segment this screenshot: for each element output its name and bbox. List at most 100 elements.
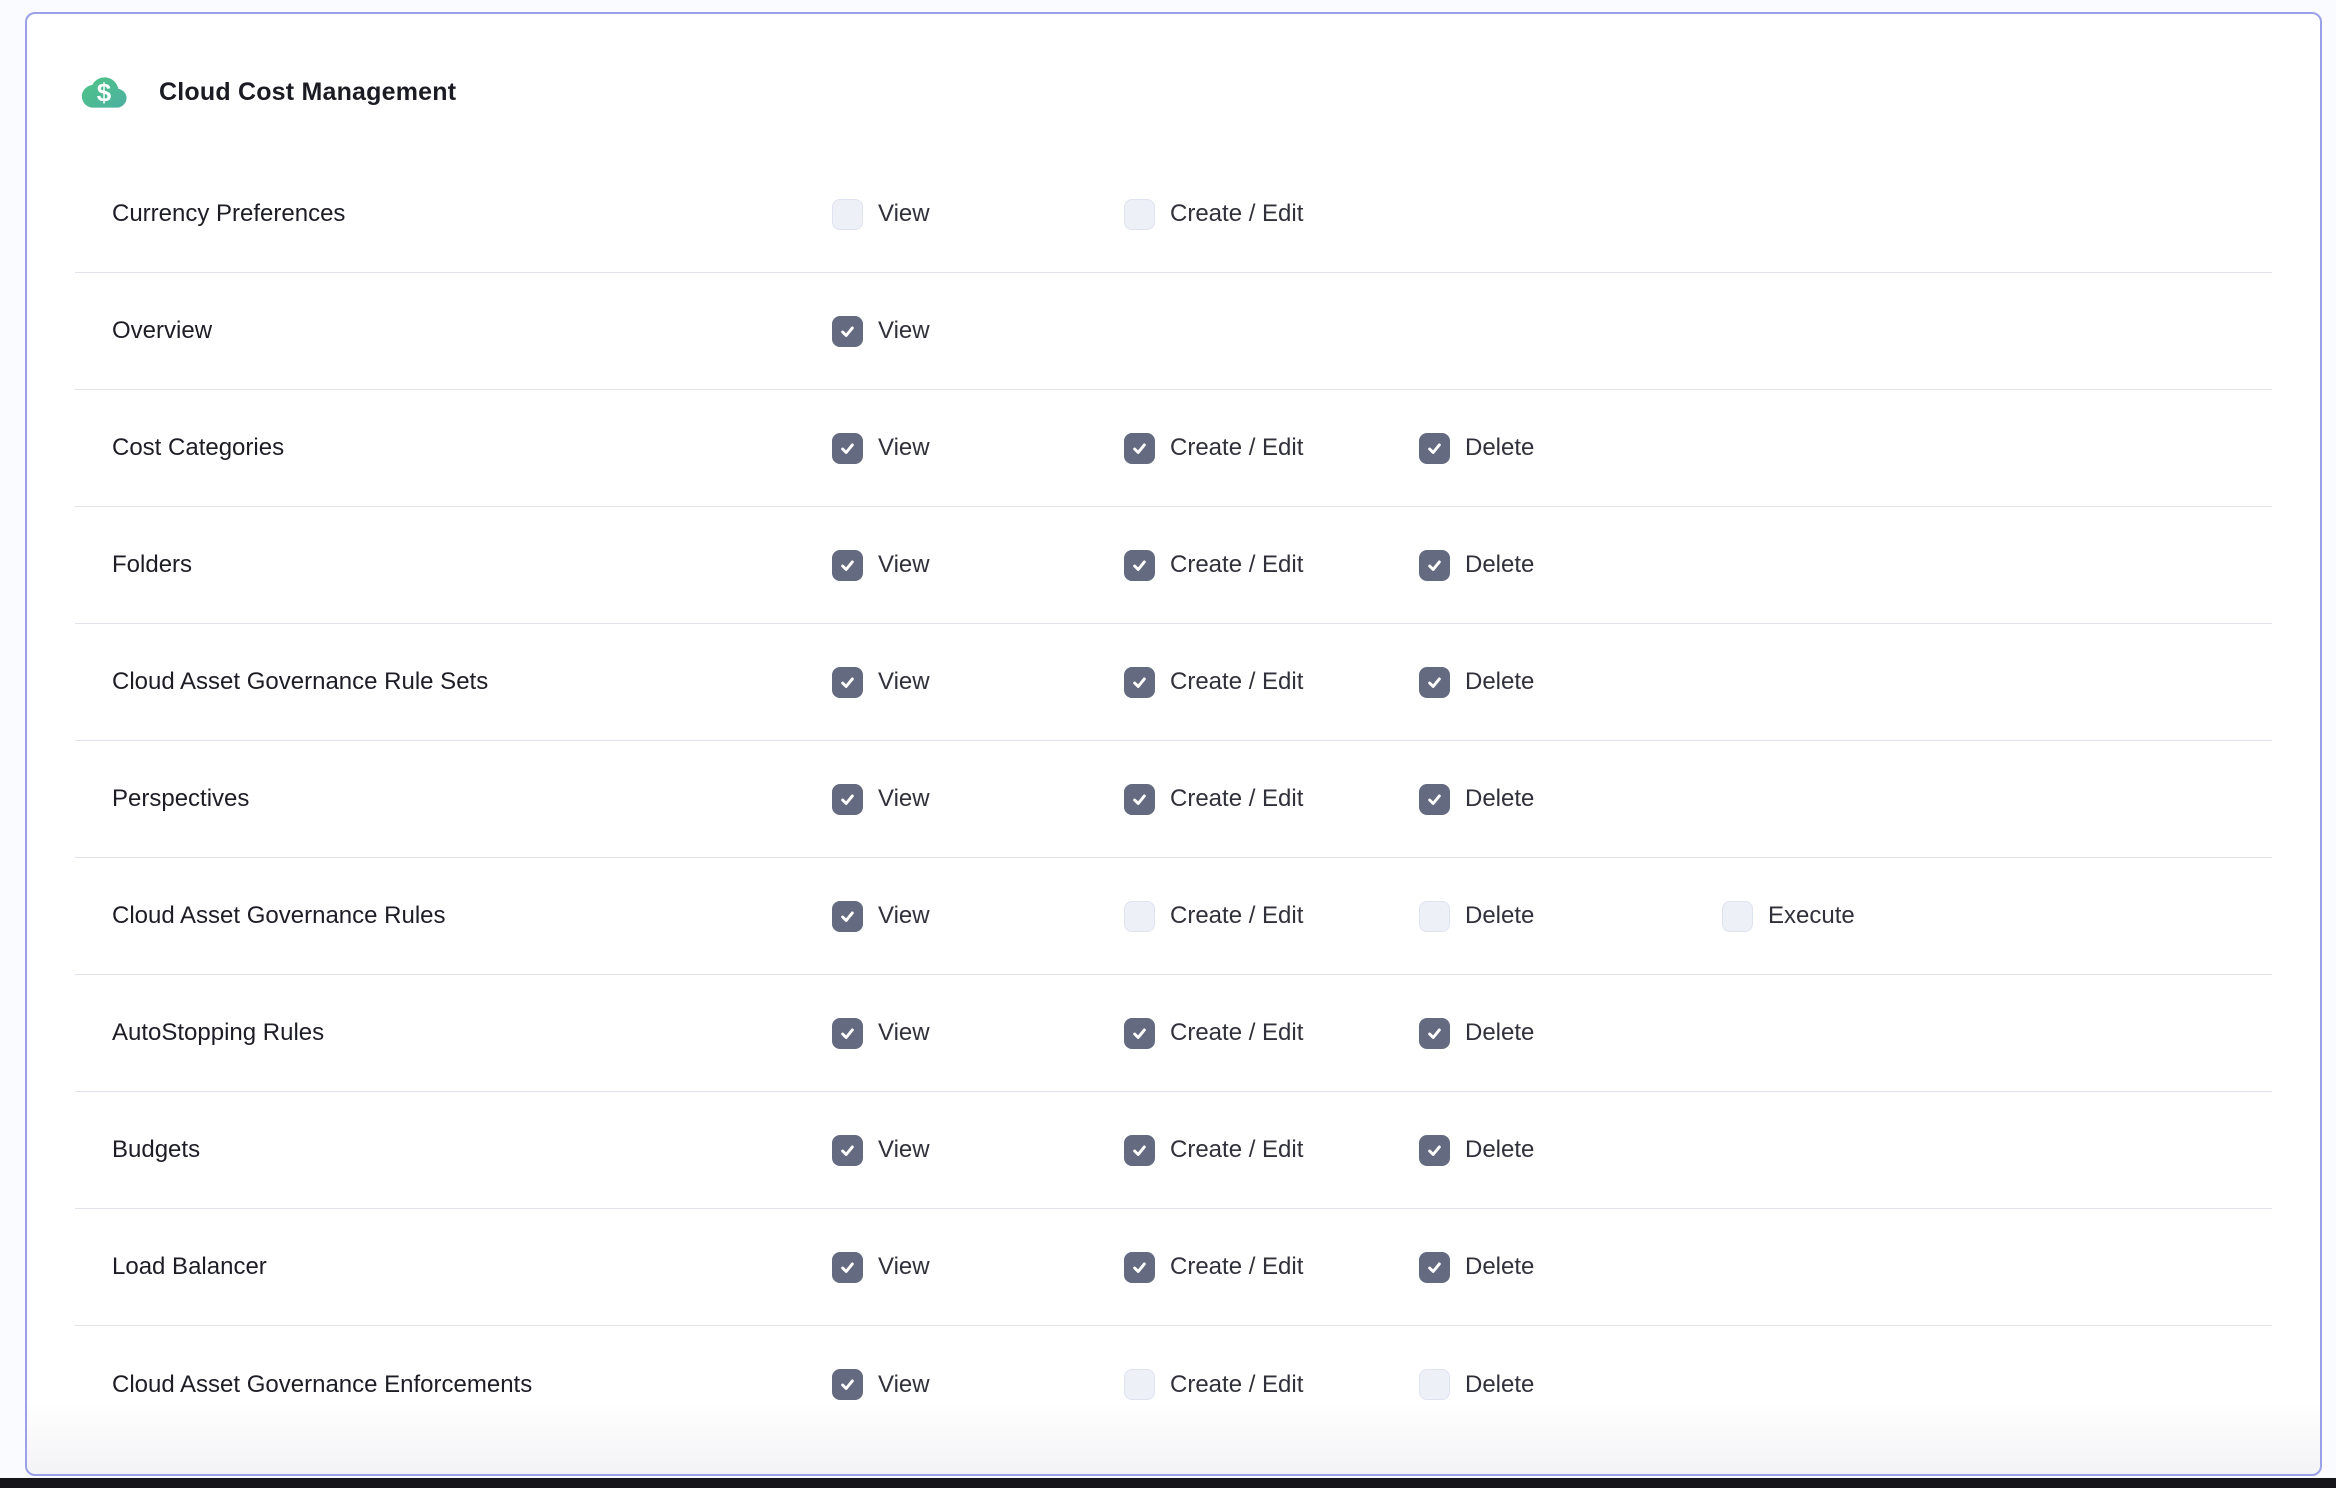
permission-cell: Create / Edit [1124, 667, 1419, 698]
module-header: $ Cloud Cost Management [80, 68, 2272, 116]
row-label: Cost Categories [112, 434, 832, 462]
row-label: Load Balancer [112, 1253, 832, 1281]
permission-label: Create / Edit [1170, 1253, 1303, 1281]
view-checkbox[interactable] [832, 1252, 863, 1283]
delete-checkbox[interactable] [1419, 1135, 1450, 1166]
permissions-card: $ Cloud Cost Management Currency Prefere… [25, 12, 2322, 1476]
permission-row: Currency PreferencesView Create / Edit [75, 156, 2272, 273]
view-checkbox[interactable] [832, 667, 863, 698]
page: $ Cloud Cost Management Currency Prefere… [0, 0, 2336, 1488]
permission-label: Create / Edit [1170, 1371, 1303, 1399]
create-edit-checkbox[interactable] [1124, 784, 1155, 815]
permission-cell: Create / Edit [1124, 784, 1419, 815]
create-edit-checkbox[interactable] [1124, 667, 1155, 698]
create-edit-checkbox[interactable] [1124, 1369, 1155, 1400]
permission-cell: Create / Edit [1124, 199, 1419, 230]
row-label: Perspectives [112, 785, 832, 813]
permission-label: View [878, 902, 930, 930]
delete-checkbox[interactable] [1419, 1369, 1450, 1400]
permission-row: Cost CategoriesViewCreate / EditDelete [75, 390, 2272, 507]
delete-checkbox[interactable] [1419, 667, 1450, 698]
permission-label: View [878, 785, 930, 813]
permission-cell: View [832, 1018, 1124, 1049]
permission-label: Create / Edit [1170, 1136, 1303, 1164]
row-label: Overview [112, 317, 832, 345]
row-label: Budgets [112, 1136, 832, 1164]
permission-cell: View [832, 550, 1124, 581]
permission-cell: Create / Edit [1124, 901, 1419, 932]
view-checkbox[interactable] [832, 1018, 863, 1049]
permission-cell: Create / Edit [1124, 1252, 1419, 1283]
permission-label: Delete [1465, 1019, 1534, 1047]
permission-cell: View [832, 901, 1124, 932]
view-checkbox[interactable] [832, 199, 863, 230]
permission-cell: View [832, 433, 1124, 464]
permission-label: View [878, 317, 930, 345]
permission-cell: Delete [1419, 901, 1722, 932]
permission-label: View [878, 1019, 930, 1047]
permission-label: Delete [1465, 551, 1534, 579]
create-edit-checkbox[interactable] [1124, 199, 1155, 230]
permission-row: Cloud Asset Governance Rules View Create /… [75, 858, 2272, 975]
permission-label: Delete [1465, 1136, 1534, 1164]
view-checkbox[interactable] [832, 433, 863, 464]
permission-label: Create / Edit [1170, 200, 1303, 228]
permission-label: Create / Edit [1170, 434, 1303, 462]
permission-cell: Create / Edit [1124, 433, 1419, 464]
permission-cell: View [832, 199, 1124, 230]
cloud-dollar-icon: $ [80, 70, 128, 115]
view-checkbox[interactable] [832, 901, 863, 932]
permission-cell: Delete [1419, 1252, 1722, 1283]
permission-label: Create / Edit [1170, 785, 1303, 813]
permission-label: View [878, 1253, 930, 1281]
permission-cell: Delete [1419, 1018, 1722, 1049]
delete-checkbox[interactable] [1419, 784, 1450, 815]
permission-row: Cloud Asset Governance EnforcementsViewC… [75, 1326, 2272, 1443]
permission-cell: Create / Edit [1124, 550, 1419, 581]
delete-checkbox[interactable] [1419, 433, 1450, 464]
permission-cell: Delete [1419, 1135, 1722, 1166]
permission-cell: Delete [1419, 550, 1722, 581]
view-checkbox[interactable] [832, 1369, 863, 1400]
permission-label: View [878, 551, 930, 579]
create-edit-checkbox[interactable] [1124, 550, 1155, 581]
permission-label: Execute [1768, 902, 1855, 930]
permission-row: Cloud Asset Governance Rule SetsViewCrea… [75, 624, 2272, 741]
view-checkbox[interactable] [832, 1135, 863, 1166]
delete-checkbox[interactable] [1419, 901, 1450, 932]
permission-cell: View [832, 316, 1124, 347]
create-edit-checkbox[interactable] [1124, 1135, 1155, 1166]
row-label: Currency Preferences [112, 200, 832, 228]
row-label: Cloud Asset Governance Rules [112, 902, 832, 930]
permissions-table: Currency PreferencesViewCreate / EditOve… [75, 156, 2272, 1443]
create-edit-checkbox[interactable] [1124, 901, 1155, 932]
permission-cell: Create / Edit [1124, 1018, 1419, 1049]
execute-checkbox[interactable] [1722, 901, 1753, 932]
permission-label: Delete [1465, 785, 1534, 813]
permission-cell: Execute [1722, 901, 2272, 932]
row-label: AutoStopping Rules [112, 1019, 832, 1047]
delete-checkbox[interactable] [1419, 550, 1450, 581]
permission-cell: View [832, 1252, 1124, 1283]
permission-label: Create / Edit [1170, 551, 1303, 579]
row-label: Cloud Asset Governance Enforcements [112, 1371, 832, 1399]
view-checkbox[interactable] [832, 316, 863, 347]
delete-checkbox[interactable] [1419, 1252, 1450, 1283]
permission-cell: Create / Edit [1124, 1369, 1419, 1400]
row-label: Cloud Asset Governance Rule Sets [112, 668, 832, 696]
permission-label: Create / Edit [1170, 1019, 1303, 1047]
permission-row: BudgetsViewCreate / EditDelete [75, 1092, 2272, 1209]
permission-row: AutoStopping Rules View Create / Edit Delet… [75, 975, 2272, 1092]
create-edit-checkbox[interactable] [1124, 433, 1155, 464]
permission-cell: Delete [1419, 784, 1722, 815]
view-checkbox[interactable] [832, 784, 863, 815]
permission-cell: Delete [1419, 1369, 1722, 1400]
permission-cell: Delete [1419, 667, 1722, 698]
permission-label: Delete [1465, 1371, 1534, 1399]
create-edit-checkbox[interactable] [1124, 1018, 1155, 1049]
permission-row: Load Balancer View Create / Edit Delete [75, 1209, 2272, 1326]
delete-checkbox[interactable] [1419, 1018, 1450, 1049]
view-checkbox[interactable] [832, 550, 863, 581]
create-edit-checkbox[interactable] [1124, 1252, 1155, 1283]
svg-text:$: $ [97, 79, 112, 107]
